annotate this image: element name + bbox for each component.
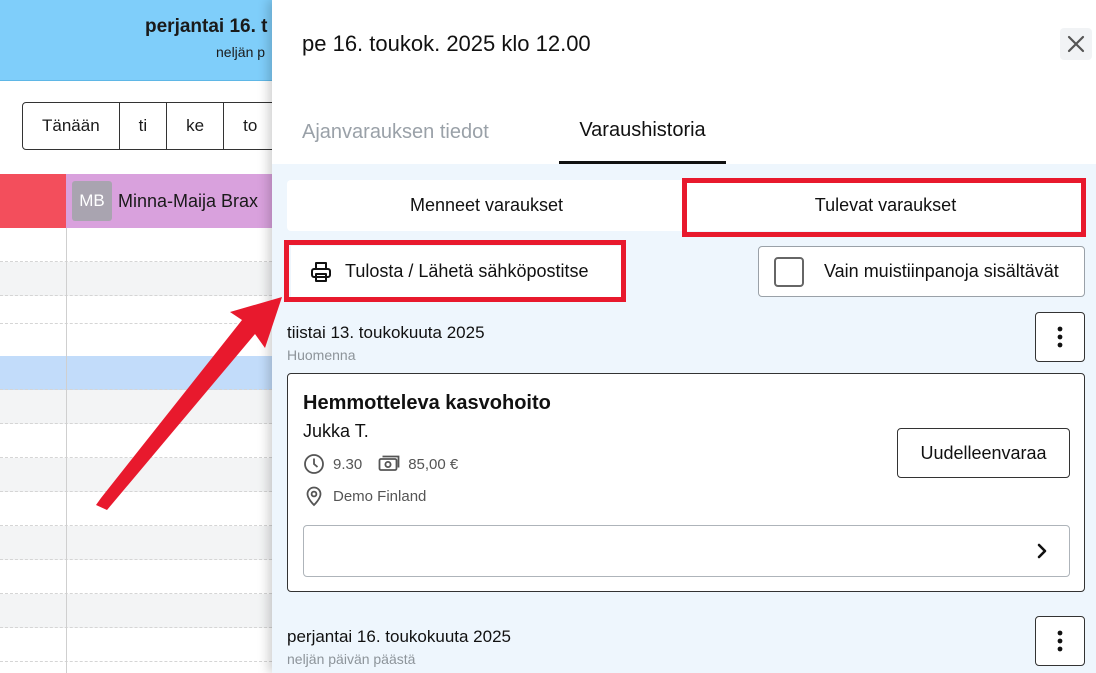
panel-title: pe 16. toukok. 2025 klo 12.00 [302,31,591,56]
time-slot[interactable] [0,458,272,492]
location-name: Demo Finland [333,487,427,505]
time-slot[interactable] [0,492,272,526]
past-bookings-toggle[interactable]: Menneet varaukset [287,180,686,231]
staff-name: Minna-Maija Brax [118,190,259,211]
calendar-date-heading: perjantai 16. t [145,16,268,37]
booking-time: 9.30 [333,455,363,473]
history-segmented-control: Menneet varaukset Tulevat varaukset [287,180,1085,231]
kebab-menu-icon [1057,630,1063,652]
booking-expand-row[interactable] [303,525,1070,577]
time-slot[interactable] [0,526,272,560]
column-divider [66,228,67,673]
printer-icon [309,260,333,284]
tab-booking-details[interactable]: Ajanvarauksen tiedot [302,100,512,164]
day-heading: tiistai 13. toukokuuta 2025 [287,323,485,342]
calendar-view: perjantai 16. t neljän p Tänään ti ke to… [0,0,272,673]
panel-tabs: Ajanvarauksen tiedot Varaushistoria [272,100,1096,164]
history-body: Menneet varaukset Tulevat varaukset Tulo… [272,164,1096,673]
calendar-header: perjantai 16. t neljän p [0,0,272,81]
calendar-day-nav: Tänään ti ke to [22,102,272,150]
notes-only-filter[interactable]: Vain muistiinpanoja sisältävät [758,246,1085,297]
today-button[interactable]: Tänään [23,103,120,149]
upcoming-bookings-toggle[interactable]: Tulevat varaukset [686,180,1085,231]
calendar-relative-heading: neljän p [216,44,266,60]
location-pin-icon [303,485,325,507]
time-slot[interactable] [0,560,272,594]
time-slot[interactable] [0,424,272,458]
notes-only-checkbox[interactable] [774,256,804,287]
staff-column-header[interactable]: MB Minna-Maija Brax [66,174,272,228]
time-slot[interactable] [0,228,272,262]
booking-price: 85,00 € [408,455,459,473]
print-email-button[interactable]: Tulosta / Lähetä sähköpostitse [291,246,621,297]
booking-side-panel: pe 16. toukok. 2025 klo 12.00 Ajanvarauk… [272,0,1096,673]
time-slot[interactable] [0,290,272,324]
day-relative: neljän päivän päästä [287,651,416,667]
time-slot[interactable] [0,594,272,628]
day-relative: Huomenna [287,347,356,363]
customer-name: Jukka T. [303,421,369,441]
booking-location: Demo Finland [303,485,426,507]
tab-booking-history[interactable]: Varaushistoria [559,100,726,164]
time-slot-selected[interactable] [0,356,272,390]
day-heading: perjantai 16. toukokuuta 2025 [287,627,512,646]
cash-icon [378,453,400,475]
resource-column-header [0,174,66,228]
chevron-right-icon [1033,542,1051,560]
calendar-grid[interactable] [0,228,272,673]
time-slot[interactable] [0,390,272,424]
day-button-tue[interactable]: ti [120,103,168,149]
clock-icon [303,453,325,475]
day-actions-button[interactable] [1035,312,1085,362]
close-icon [1067,35,1085,53]
booking-meta: 9.30 85,00 € [303,453,458,475]
service-name: Hemmotteleva kasvohoito [303,392,551,414]
print-email-label: Tulosta / Lähetä sähköpostitse [345,261,589,281]
day-button-thu[interactable]: to [224,103,272,149]
rebook-button[interactable]: Uudelleenvaraa [897,428,1070,478]
close-button[interactable] [1060,28,1092,60]
notes-only-label: Vain muistiinpanoja sisältävät [824,261,1059,281]
kebab-menu-icon [1057,326,1063,348]
day-button-wed[interactable]: ke [167,103,225,149]
time-slot[interactable] [0,628,272,662]
avatar: MB [72,181,112,221]
day-actions-button[interactable] [1035,616,1085,666]
booking-card: Hemmotteleva kasvohoito Jukka T. 9.30 85… [287,373,1085,592]
